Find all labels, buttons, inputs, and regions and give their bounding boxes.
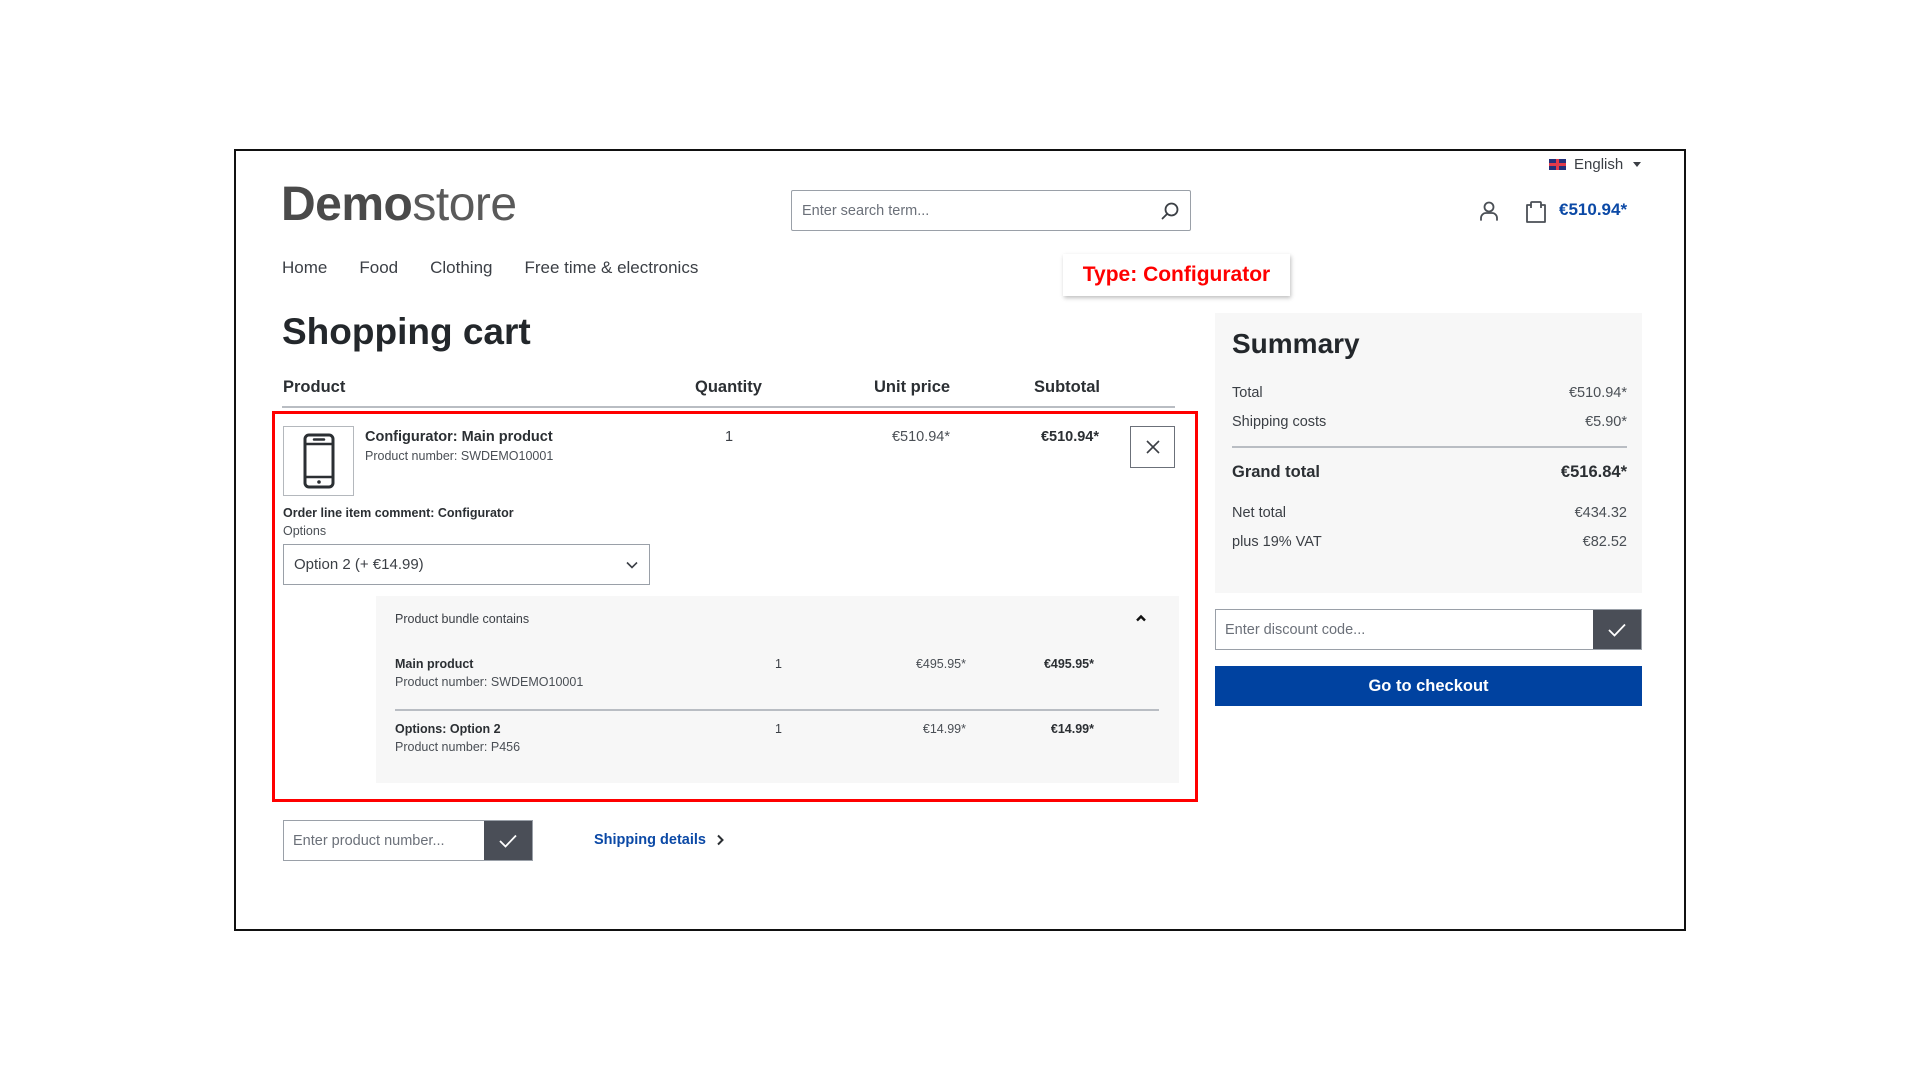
- language-selector[interactable]: English: [1549, 156, 1642, 173]
- table-header-divider: [282, 406, 1175, 408]
- summary-net-total-label: Net total: [1232, 505, 1286, 521]
- chevron-down-icon: [626, 561, 638, 569]
- summary-vat-value: €82.52: [1582, 534, 1627, 550]
- search-icon: [1161, 202, 1179, 219]
- page-title: Shopping cart: [282, 311, 531, 352]
- column-header-unit-price: Unit price: [874, 378, 951, 396]
- bundle-item-unit-price: €495.95*: [915, 657, 966, 671]
- shopping-bag-icon: [1526, 201, 1546, 223]
- account-button[interactable]: [1477, 199, 1501, 223]
- shipping-details-link[interactable]: Shipping details: [594, 832, 724, 848]
- store-logo[interactable]: Demostore: [281, 181, 517, 229]
- caret-down-icon: [1633, 162, 1642, 167]
- summary-divider: [1232, 446, 1627, 448]
- bundle-item-quantity: 1: [775, 657, 782, 671]
- checkmark-icon: [1608, 623, 1626, 637]
- logo-light-text: store: [412, 178, 517, 231]
- summary-title: Summary: [1232, 328, 1360, 359]
- remove-item-button[interactable]: [1130, 426, 1175, 468]
- bundle-item-product-number: Product number: P456: [395, 740, 521, 754]
- line-item-quantity: 1: [725, 429, 734, 445]
- nav-item-clothing[interactable]: Clothing: [430, 258, 492, 278]
- summary-shipping-row: Shipping costs €5.90*: [1232, 414, 1627, 430]
- options-selected-value: Option 2 (+ €14.99): [294, 556, 424, 573]
- summary-vat-label: plus 19% VAT: [1232, 534, 1322, 550]
- bundle-item-name: Options: Option 2: [395, 722, 501, 736]
- cart-button[interactable]: [1524, 198, 1548, 224]
- bundle-item-product-number: Product number: SWDEMO10001: [395, 675, 584, 689]
- add-product-button[interactable]: [484, 821, 532, 860]
- summary-net-total-value: €434.32: [1574, 505, 1627, 521]
- options-select[interactable]: Option 2 (+ €14.99): [283, 544, 650, 585]
- uk-flag-icon: [1549, 159, 1566, 170]
- summary-grand-total-value: €516.84*: [1560, 463, 1627, 481]
- summary-total-label: Total: [1232, 385, 1263, 401]
- chevron-up-icon: [1136, 614, 1146, 622]
- search-input[interactable]: [792, 191, 1150, 230]
- column-header-product: Product: [283, 378, 346, 396]
- bundle-divider: [395, 709, 1159, 711]
- column-header-subtotal: Subtotal: [1034, 378, 1100, 396]
- options-label: Options: [283, 524, 327, 538]
- summary-vat-row: plus 19% VAT €82.52: [1232, 534, 1627, 550]
- line-item-product-number: Product number: SWDEMO10001: [365, 449, 554, 463]
- cart-total[interactable]: €510.94*: [1559, 200, 1627, 220]
- nav-item-free-time-electronics[interactable]: Free time & electronics: [524, 258, 698, 278]
- main-navigation: Home Food Clothing Free time & electroni…: [282, 258, 698, 278]
- shipping-details-label: Shipping details: [594, 832, 706, 848]
- line-item-comment: Order line item comment: Configurator: [283, 506, 514, 520]
- summary-shipping-label: Shipping costs: [1232, 414, 1327, 430]
- summary-total-value: €510.94*: [1568, 385, 1627, 401]
- line-item-unit-price: €510.94*: [891, 429, 950, 445]
- column-header-quantity: Quantity: [695, 378, 762, 396]
- nav-item-home[interactable]: Home: [282, 258, 327, 278]
- product-image[interactable]: [283, 426, 354, 496]
- add-product-form: [283, 820, 533, 861]
- discount-form: [1215, 609, 1642, 650]
- summary-shipping-value: €5.90*: [1585, 414, 1627, 430]
- summary-grand-total-label: Grand total: [1232, 463, 1321, 481]
- line-item-subtotal: €510.94*: [1040, 429, 1099, 445]
- user-icon: [1480, 201, 1498, 221]
- bundle-title: Product bundle contains: [395, 612, 530, 626]
- nav-item-food[interactable]: Food: [359, 258, 398, 278]
- logo-bold-text: Demo: [281, 178, 413, 231]
- search-button[interactable]: [1150, 191, 1190, 230]
- bundle-item-subtotal: €14.99*: [1050, 722, 1094, 736]
- bundle-item-name: Main product: [395, 657, 474, 671]
- bundle-item-unit-price: €14.99*: [922, 722, 966, 736]
- summary-net-total-row: Net total €434.32: [1232, 505, 1627, 521]
- close-icon: [1145, 440, 1160, 454]
- go-to-checkout-button[interactable]: Go to checkout: [1215, 666, 1642, 706]
- summary-grand-total-row: Grand total €516.84*: [1232, 463, 1627, 482]
- summary-total-row: Total €510.94*: [1232, 385, 1627, 401]
- discount-code-input[interactable]: [1216, 610, 1593, 649]
- search-box: [791, 190, 1191, 231]
- smartphone-icon: [303, 433, 334, 489]
- checkmark-icon: [499, 834, 517, 848]
- product-number-input[interactable]: [284, 821, 484, 860]
- apply-discount-button[interactable]: [1593, 610, 1641, 649]
- language-label: English: [1574, 156, 1624, 173]
- type-annotation-badge: Type: Configurator: [1063, 254, 1290, 296]
- line-item-name[interactable]: Configurator: Main product: [365, 429, 553, 445]
- bundle-item-subtotal: €495.95*: [1043, 657, 1094, 671]
- chevron-right-icon: [717, 834, 724, 846]
- bundle-collapse-toggle[interactable]: [1131, 608, 1151, 628]
- bundle-item-quantity: 1: [775, 722, 782, 736]
